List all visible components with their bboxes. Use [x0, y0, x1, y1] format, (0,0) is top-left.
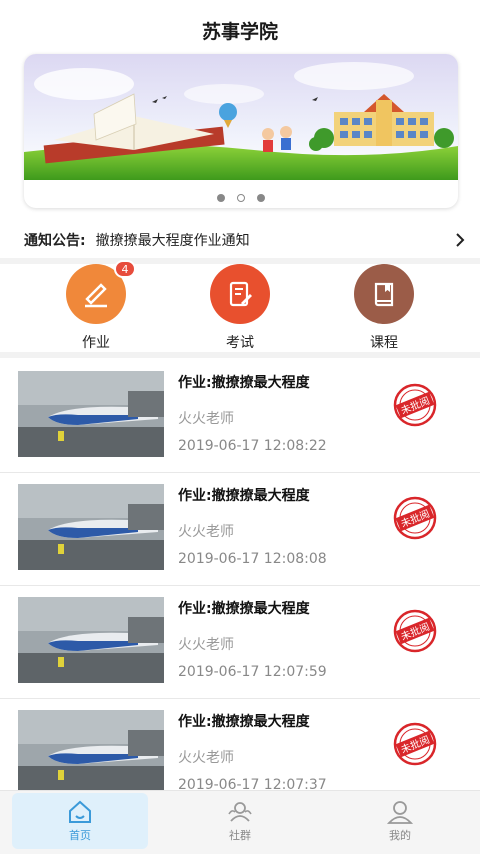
quick-actions: 4 作业 考试 课程	[0, 260, 480, 352]
unreviewed-stamp-icon: 未批阅	[393, 383, 437, 427]
item-title: 作业:撤撩撩最大程度	[178, 488, 310, 504]
exam-label: 考试	[226, 335, 254, 351]
stamp-label: 未批阅	[399, 507, 432, 530]
course-button[interactable]: 课程	[344, 264, 424, 352]
item-time: 2019-06-17 12:07:59	[178, 664, 327, 680]
exam-button[interactable]: 考试	[200, 264, 280, 352]
carousel-dot[interactable]	[257, 194, 265, 202]
stamp-label: 未批阅	[399, 620, 432, 643]
carousel-dot-active[interactable]	[237, 194, 245, 202]
exam-circle	[210, 264, 270, 324]
section-divider	[0, 352, 480, 358]
airplane-thumbnail	[18, 371, 164, 457]
notice-bar[interactable]: 通知公告: 撤撩撩最大程度作业通知	[0, 222, 480, 258]
homework-button[interactable]: 4 作业	[56, 260, 136, 352]
unreviewed-stamp-icon: 未批阅	[393, 722, 437, 766]
item-time: 2019-06-17 12:08:08	[178, 551, 327, 567]
notice-text[interactable]: 撤撩撩最大程度作业通知	[96, 230, 454, 250]
tab-mine[interactable]: 我的	[332, 793, 468, 849]
book-icon	[374, 282, 394, 307]
tab-home-label: 首页	[69, 829, 91, 842]
stamp-label: 未批阅	[399, 733, 432, 756]
tab-community-label: 社群	[229, 829, 251, 842]
app-header: 苏事学院	[0, 0, 480, 60]
pencil-icon	[85, 283, 107, 308]
bottom-tab-bar: 首页 社群 我的	[0, 790, 480, 854]
banner-image	[24, 54, 458, 180]
unreviewed-stamp-icon: 未批阅	[393, 609, 437, 653]
page-title: 苏事学院	[201, 20, 278, 43]
list-item[interactable]: 作业:撤撩撩最大程度 火火老师 2019-06-17 12:08:08 未批阅	[0, 473, 480, 586]
homework-circle: 4	[66, 260, 136, 324]
notice-label: 通知公告:	[24, 233, 86, 249]
tab-home[interactable]: 首页	[12, 793, 148, 849]
course-circle	[354, 264, 414, 324]
item-teacher: 火火老师	[178, 524, 234, 540]
item-teacher: 火火老师	[178, 637, 234, 653]
user-icon	[386, 801, 414, 824]
item-teacher: 火火老师	[178, 750, 234, 766]
stamp-label: 未批阅	[399, 394, 432, 417]
item-title: 作业:撤撩撩最大程度	[178, 601, 310, 617]
community-icon	[228, 802, 252, 822]
airplane-thumbnail	[18, 597, 164, 683]
item-teacher: 火火老师	[178, 411, 234, 427]
homework-label: 作业	[82, 335, 110, 351]
homework-badge: 4	[114, 260, 136, 278]
chevron-right-icon[interactable]	[454, 233, 466, 247]
banner-carousel[interactable]	[24, 54, 458, 208]
tab-community[interactable]: 社群	[172, 793, 308, 849]
homework-list: 作业:撤撩撩最大程度 火火老师 2019-06-17 12:08:22 未批阅 …	[0, 360, 480, 812]
tab-mine-label: 我的	[389, 829, 411, 842]
course-label: 课程	[370, 335, 398, 351]
carousel-dots	[24, 194, 458, 202]
exam-paper-icon	[229, 281, 252, 307]
item-title: 作业:撤撩撩最大程度	[178, 375, 310, 391]
home-icon	[69, 800, 91, 823]
airplane-thumbnail	[18, 710, 164, 796]
airplane-thumbnail	[18, 484, 164, 570]
carousel-dot[interactable]	[217, 194, 225, 202]
item-title: 作业:撤撩撩最大程度	[178, 714, 310, 730]
item-time: 2019-06-17 12:08:22	[178, 438, 327, 454]
unreviewed-stamp-icon: 未批阅	[393, 496, 437, 540]
list-item[interactable]: 作业:撤撩撩最大程度 火火老师 2019-06-17 12:08:22 未批阅	[0, 360, 480, 473]
list-item[interactable]: 作业:撤撩撩最大程度 火火老师 2019-06-17 12:07:59 未批阅	[0, 586, 480, 699]
